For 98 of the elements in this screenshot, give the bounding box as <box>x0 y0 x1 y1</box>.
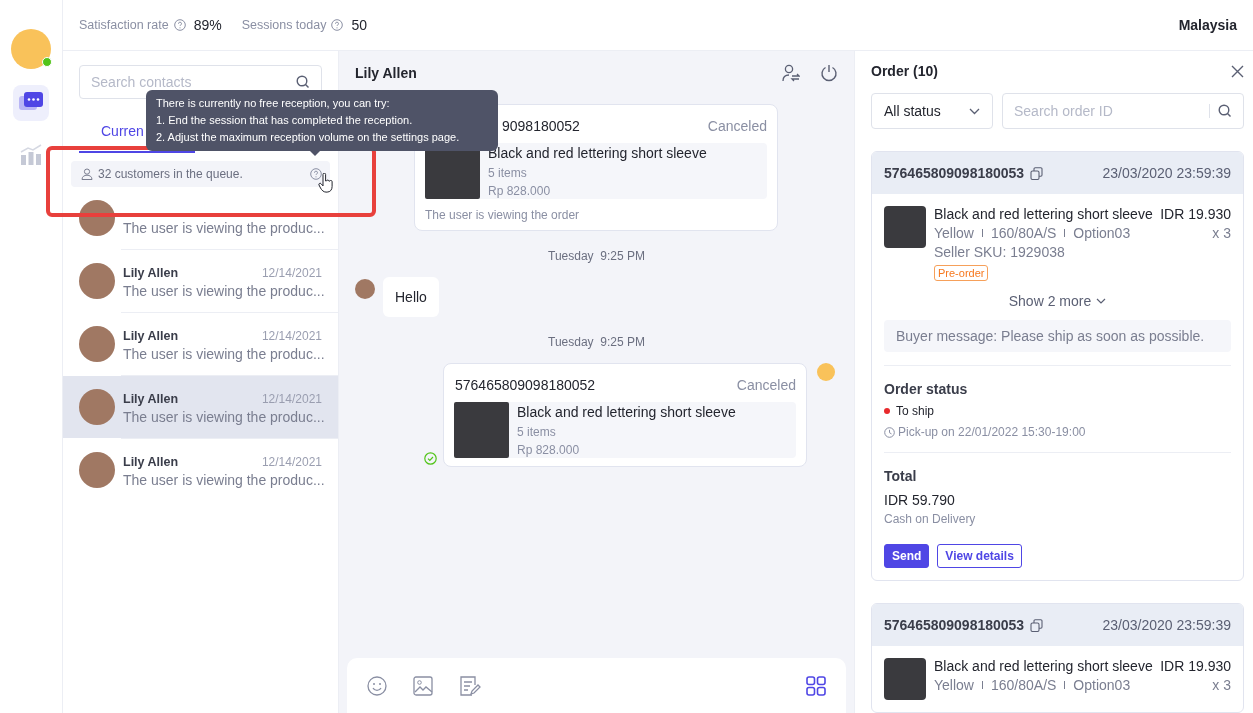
order-id: 576465809098180053 <box>884 617 1025 633</box>
payment-method: Cash on Delivery <box>884 512 977 526</box>
send-button[interactable]: Send <box>884 544 930 568</box>
contact-item[interactable]: Lily Allen 12/14/2021 The user is viewing the produc... <box>63 313 338 375</box>
contact-name: Lily Allen <box>123 265 179 280</box>
close-icon[interactable] <box>1231 64 1244 78</box>
show-more-link[interactable]: Show 2 more <box>1008 293 1107 309</box>
stat-value: 50 <box>351 17 368 33</box>
preorder-tag: Pre-order <box>934 265 989 281</box>
message-preview: The user is viewing the produc... <box>123 345 322 362</box>
order-total: IDR 59.790 <box>884 492 956 508</box>
order-id: 576465809098180052 <box>455 377 596 393</box>
stat-value: 89% <box>193 17 222 33</box>
contact-date: 12/14/2021 <box>261 454 322 469</box>
buyer-message: Buyer message: Please ship as soon as possible. <box>884 320 1231 352</box>
quantity: x 3 <box>1212 677 1231 693</box>
item-count: 5 items <box>517 424 557 439</box>
quantity: x 3 <box>1212 225 1231 241</box>
contact-item[interactable]: The user is viewing the produc... <box>63 187 338 249</box>
order-datetime: 23/03/2020 23:59:39 <box>1102 617 1231 633</box>
image-icon[interactable] <box>413 675 433 696</box>
item-count: 5 items <box>488 165 528 180</box>
variant-label: Option03 <box>1073 677 1131 693</box>
section-heading: Order status <box>884 381 969 397</box>
contact-item[interactable]: Lily Allen 12/14/2021 The user is viewing the produc... <box>63 376 338 438</box>
avatar-placeholder <box>79 263 115 299</box>
stat-label: Satisfaction rate <box>79 18 169 32</box>
contact-date: 12/14/2021 <box>261 391 322 406</box>
message-preview: The user is viewing the produc... <box>123 219 322 236</box>
product-price: IDR 19.930 <box>1160 206 1231 222</box>
order-card[interactable]: 576465809098180052 Canceled Black and red lettering short sleeve 5 items Rp 828.000 <box>443 363 807 467</box>
seller-sku: Seller SKU: 1929038 <box>934 244 1065 260</box>
search-icon[interactable] <box>296 75 310 89</box>
product-price: Rp 828.000 <box>517 443 581 457</box>
avatar-placeholder <box>355 279 375 299</box>
help-icon[interactable] <box>331 19 344 31</box>
search-field[interactable]: Search order ID <box>1002 93 1244 129</box>
stat-label: Sessions today <box>241 18 327 32</box>
queue-text: 32 customers in the queue. <box>98 167 244 181</box>
pickup-time: Pick-up on 22/01/2022 15:30-19:00 <box>898 425 1086 439</box>
contact-item[interactable]: Lily Allen 12/14/2021 The user is viewing the produc... <box>63 439 338 501</box>
product-price: IDR 19.930 <box>1160 658 1231 674</box>
product-photo <box>884 658 926 700</box>
section-heading: Total <box>884 468 918 484</box>
power-icon[interactable] <box>820 64 838 82</box>
contact-date: 12/14/2021 <box>261 328 322 343</box>
order-id: 576465809098180053 <box>884 165 1025 181</box>
tooltip-line: There is currently no free reception, you can try: <box>156 96 391 111</box>
message-preview: The user is viewing the produc... <box>123 408 322 425</box>
chevron-down-icon <box>969 107 980 115</box>
contact-date: 12/14/2021 <box>261 265 322 280</box>
timestamp: Tuesday 9:25 PM <box>548 335 645 349</box>
copy-icon[interactable] <box>1030 166 1044 180</box>
view-details-button[interactable]: View details <box>937 544 1022 568</box>
note-edit-icon[interactable] <box>459 675 481 696</box>
chat-title: Lily Allen <box>355 65 418 81</box>
avatar-placeholder <box>79 326 115 362</box>
order-id: 9098180052 <box>502 118 580 134</box>
grid-icon[interactable] <box>806 675 826 696</box>
copy-icon[interactable] <box>1030 618 1044 632</box>
product-photo <box>884 206 926 248</box>
agent-avatar <box>817 363 835 381</box>
message-bubble: Hello <box>383 277 439 317</box>
status-dropdown[interactable]: All status <box>871 93 993 129</box>
variant-label: Yellow <box>934 225 974 241</box>
timestamp: Tuesday 9:25 PM <box>548 249 645 263</box>
order-status: Canceled <box>736 377 796 393</box>
contact-name: Lily Allen <box>123 391 179 406</box>
variant-label: Yellow <box>934 677 974 693</box>
contact-item[interactable]: Lily Allen 12/14/2021 The user is viewing the produc... <box>63 250 338 312</box>
help-icon[interactable] <box>173 19 186 31</box>
contact-name: Lily Allen <box>123 328 179 343</box>
panel-title: Order (10) <box>871 63 938 79</box>
variant-label: Option03 <box>1073 225 1131 241</box>
product-name: Black and red lettering short sleeve <box>934 658 1153 674</box>
product-name: Black and red lettering short sleeve <box>517 404 736 420</box>
avatar-placeholder <box>79 452 115 488</box>
card-caption: The user is viewing the order <box>425 207 581 222</box>
product-name: Black and red lettering short sleeve <box>934 206 1153 222</box>
avatar-placeholder <box>79 389 115 425</box>
chat-icon[interactable] <box>13 85 49 121</box>
message-preview: The user is viewing the produc... <box>123 282 322 299</box>
person-icon <box>81 168 93 180</box>
chevron-down-icon <box>1096 298 1107 304</box>
message-preview: The user is viewing the produc... <box>123 471 322 488</box>
region-label[interactable]: Malaysia <box>1178 17 1237 33</box>
variant-label: 160/80A/S <box>990 677 1057 693</box>
order-status: Canceled <box>707 118 767 134</box>
variant-label: 160/80A/S <box>990 225 1057 241</box>
person-swap-icon[interactable] <box>782 64 800 82</box>
product-price: Rp 828.000 <box>488 184 552 198</box>
product-photo <box>454 402 509 458</box>
clock-icon <box>884 426 895 438</box>
contact-name: Lily Allen <box>123 454 179 469</box>
order-datetime: 23/03/2020 23:59:39 <box>1102 165 1231 181</box>
shipping-status: To ship <box>896 404 935 418</box>
emoji-icon[interactable] <box>367 675 387 696</box>
search-icon[interactable] <box>1218 104 1232 118</box>
